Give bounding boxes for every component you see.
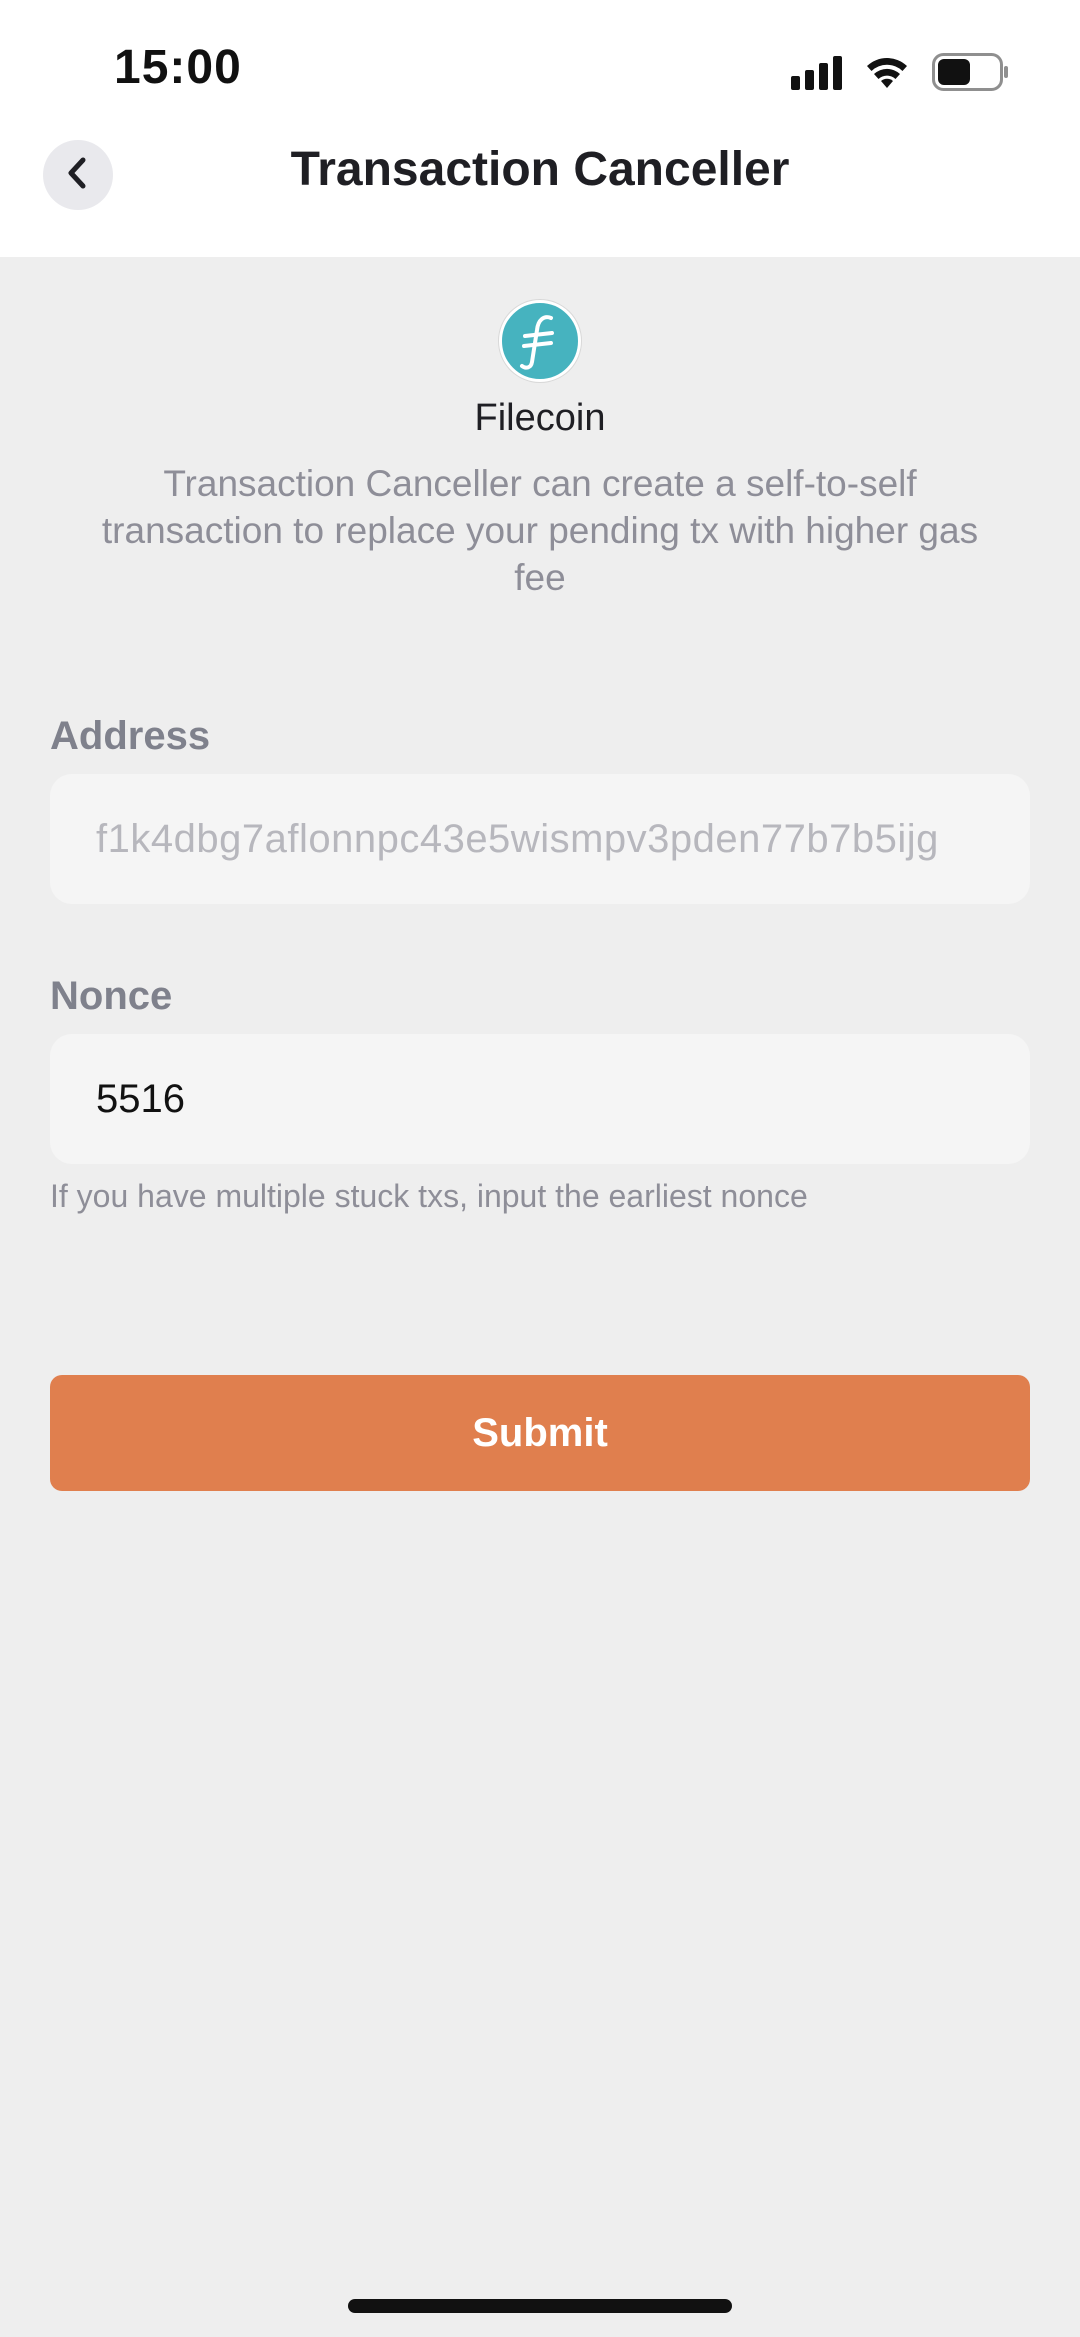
nonce-hint: If you have multiple stuck txs, input th… [50, 1178, 808, 1214]
signal-icon [791, 54, 842, 90]
address-field: f1k4dbg7aflonnpc43e5wismpv3pden77b7b5ijg [50, 774, 1030, 904]
status-icons [791, 50, 1010, 94]
status-bar: 15:00 [0, 0, 1080, 140]
nonce-value: 5516 [96, 1076, 185, 1121]
page-title: Transaction Canceller [290, 143, 790, 196]
address-value: f1k4dbg7aflonnpc43e5wismpv3pden77b7b5ijg [96, 816, 939, 861]
submit-button[interactable]: Submit [50, 1375, 1030, 1491]
nonce-label: Nonce [50, 974, 173, 1018]
address-label: Address [50, 714, 211, 758]
home-indicator[interactable] [348, 2299, 732, 2313]
wifi-icon [864, 54, 910, 90]
filecoin-logo-icon [499, 300, 581, 382]
screen: 15:00 Transaction Canceller Filecoin Tra… [0, 0, 1080, 2337]
nonce-input[interactable]: 5516 [50, 1034, 1030, 1164]
battery-icon [932, 53, 1010, 91]
description: Transaction Canceller can create a self-… [101, 463, 979, 598]
coin-name: Filecoin [474, 397, 606, 439]
status-time: 15:00 [114, 41, 242, 94]
header: Transaction Canceller [0, 140, 1080, 257]
